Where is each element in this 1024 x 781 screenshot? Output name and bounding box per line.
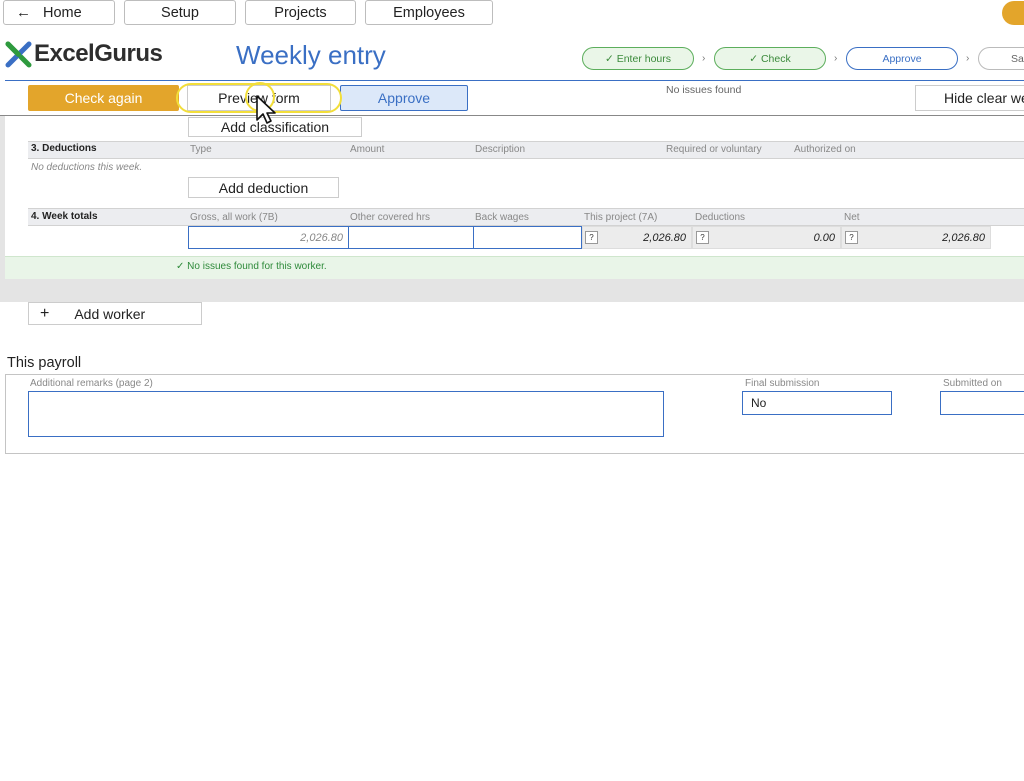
totals-title: 4. Week totals: [31, 211, 98, 222]
back-wages-input[interactable]: [473, 226, 582, 249]
worker-status-bar: [5, 256, 1024, 279]
final-submission-select[interactable]: No: [742, 391, 892, 415]
col-gross: Gross, all work (7B): [190, 212, 278, 223]
help-icon[interactable]: ?: [845, 231, 858, 244]
worker-status-text: No issues found for this worker.: [187, 261, 327, 272]
other-hours-input[interactable]: [348, 226, 474, 249]
col-description: Description: [475, 144, 526, 155]
remarks-label: Additional remarks (page 2): [30, 378, 153, 389]
back-arrow-icon: ←: [16, 4, 31, 21]
this-project-value: 2,026.80: [582, 226, 692, 249]
net-value: 2,026.80: [841, 226, 991, 249]
col-net: Net: [844, 212, 860, 223]
logo-text: ExcelGurus: [34, 40, 163, 67]
page-title: Weekly entry: [236, 40, 386, 70]
mouse-pointer-icon: [256, 95, 276, 124]
step-enter-hours[interactable]: ✓ Enter hours: [582, 47, 694, 70]
chevron-right-icon: ›: [702, 53, 706, 64]
logo-x-icon: [5, 41, 32, 67]
step-approve[interactable]: Approve: [846, 47, 958, 70]
add-worker-button[interactable]: + Add worker: [28, 302, 202, 325]
deductions-value: 0.00: [692, 226, 841, 249]
help-icon[interactable]: ?: [585, 231, 598, 244]
step-save[interactable]: Sa: [978, 47, 1024, 70]
setup-button[interactable]: Setup: [124, 0, 236, 25]
hide-clear-button[interactable]: Hide clear we: [915, 85, 1024, 111]
step-check[interactable]: ✓ Check: [714, 47, 826, 70]
chevron-right-icon: ›: [966, 53, 970, 64]
worker-status: ✓ No issues found for this worker.: [176, 261, 327, 272]
user-avatar[interactable]: [1002, 1, 1024, 25]
deductions-header-row: [28, 141, 1024, 159]
col-type: Type: [190, 144, 212, 155]
plus-icon: +: [40, 304, 50, 322]
status-text: No issues found: [666, 84, 742, 96]
add-worker-label: Add worker: [74, 305, 146, 322]
col-amount: Amount: [350, 144, 385, 155]
excelgurus-logo: ExcelGurus: [5, 40, 163, 68]
gross-input[interactable]: 2,026.80: [188, 226, 349, 249]
chevron-right-icon: ›: [834, 53, 838, 64]
home-label: Home: [43, 4, 82, 21]
final-submission-label: Final submission: [745, 378, 820, 389]
deductions-empty: No deductions this week.: [31, 162, 143, 173]
col-required: Required or voluntary: [666, 144, 762, 155]
remarks-textarea[interactable]: [28, 391, 664, 437]
header-divider: [5, 80, 1024, 81]
col-deductions: Deductions: [695, 212, 746, 223]
help-icon[interactable]: ?: [696, 231, 709, 244]
check-again-button[interactable]: Check again: [28, 85, 179, 111]
col-authorized: Authorized on: [794, 144, 856, 155]
submitted-on-label: Submitted on: [943, 378, 1002, 389]
add-deduction-button[interactable]: Add deduction: [188, 177, 339, 198]
payroll-heading: This payroll: [7, 355, 82, 371]
check-icon: ✓: [176, 261, 185, 272]
submitted-on-input[interactable]: [940, 391, 1024, 415]
projects-button[interactable]: Projects: [245, 0, 356, 25]
col-this-project: This project (7A): [584, 212, 658, 223]
col-other-hours: Other covered hrs: [350, 212, 431, 223]
deductions-title: 3. Deductions: [31, 143, 97, 154]
col-back-wages: Back wages: [475, 212, 529, 223]
employees-button[interactable]: Employees: [365, 0, 493, 25]
home-button[interactable]: ← Home: [3, 0, 115, 25]
approve-button[interactable]: Approve: [340, 85, 468, 111]
